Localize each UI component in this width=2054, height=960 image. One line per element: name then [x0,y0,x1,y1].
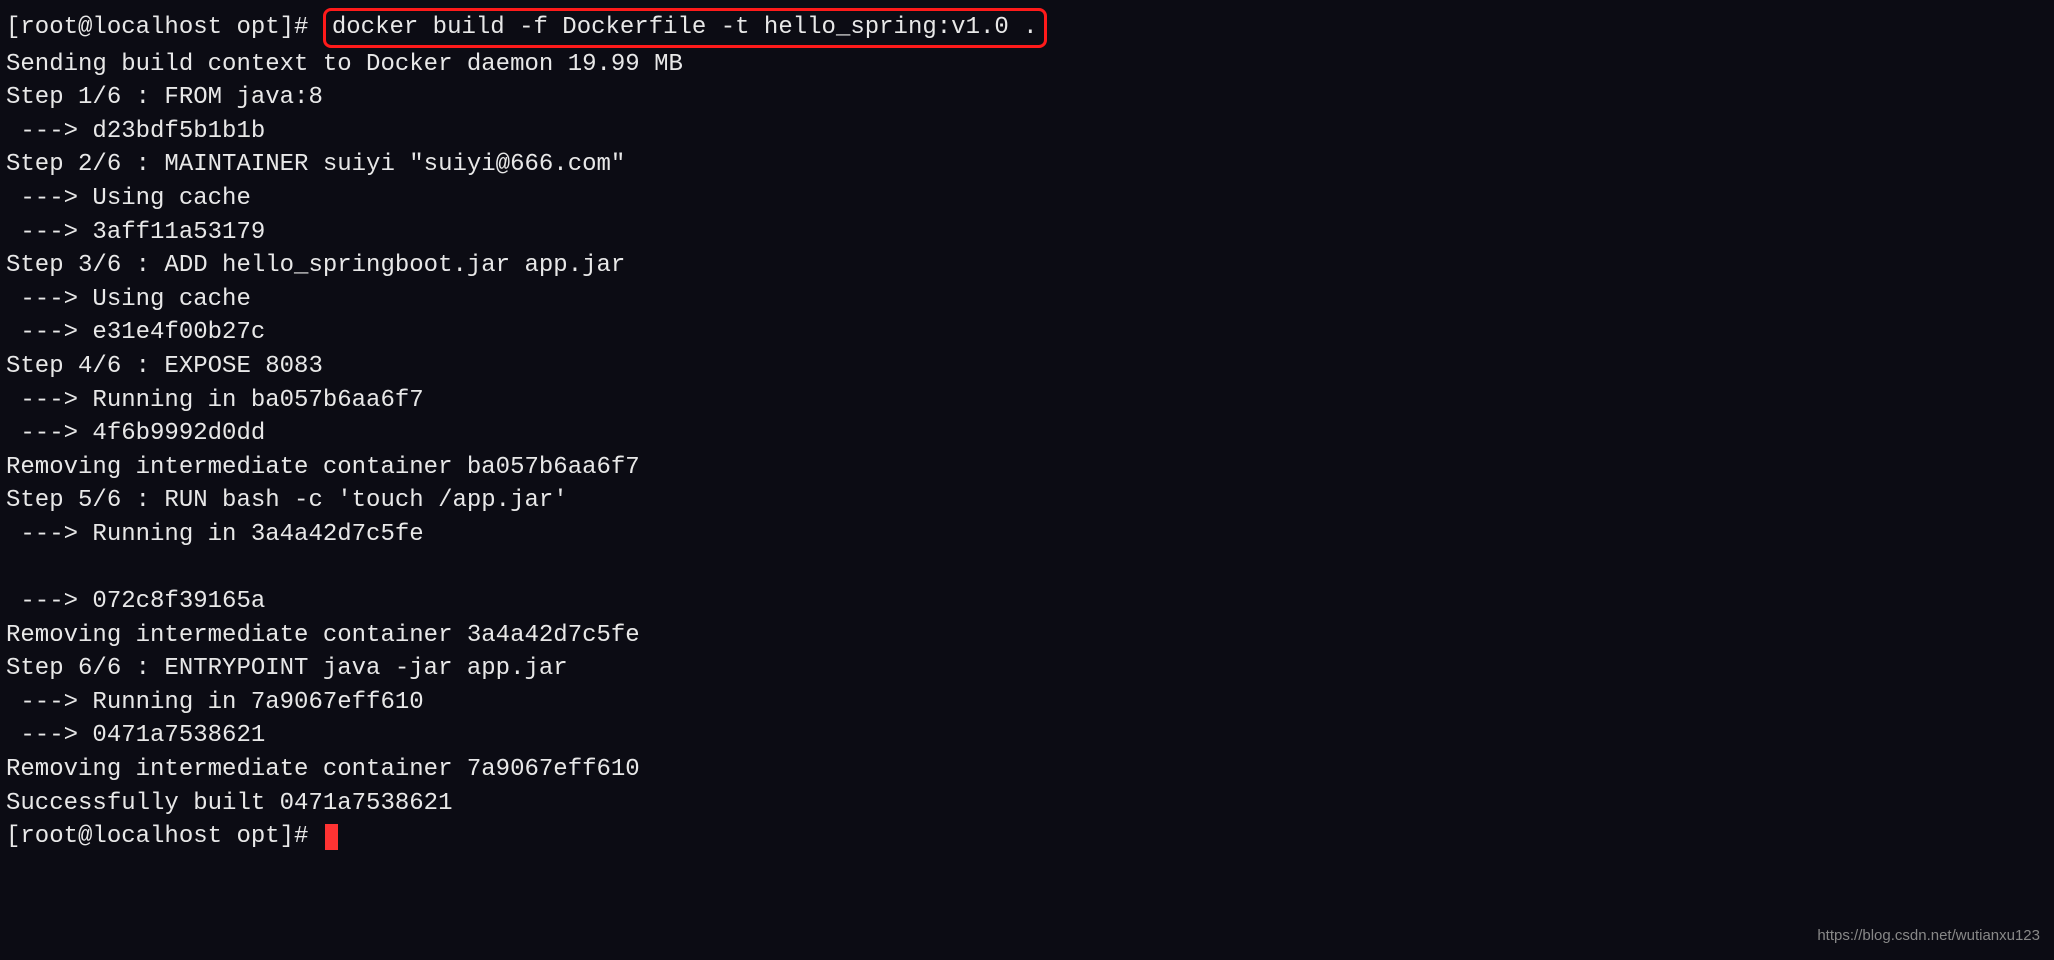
terminal-output-line: ---> Using cache [6,283,2048,317]
terminal-output-line: Step 6/6 : ENTRYPOINT java -jar app.jar [6,652,2048,686]
terminal-output-line: Step 2/6 : MAINTAINER suiyi "suiyi@666.c… [6,148,2048,182]
terminal-output-line: ---> Running in 7a9067eff610 [6,686,2048,720]
cursor-icon [325,824,338,850]
terminal-output-line: Step 5/6 : RUN bash -c 'touch /app.jar' [6,484,2048,518]
terminal-output-line: Removing intermediate container ba057b6a… [6,451,2048,485]
terminal-output-line: Removing intermediate container 7a9067ef… [6,753,2048,787]
shell-prompt: [root@localhost opt]# [6,14,323,41]
terminal-output-line: ---> Using cache [6,182,2048,216]
terminal-output-line: Step 3/6 : ADD hello_springboot.jar app.… [6,249,2048,283]
terminal-output-line: ---> d23bdf5b1b1b [6,115,2048,149]
terminal-prompt-line[interactable]: [root@localhost opt]# [6,820,2048,854]
terminal-output-line: ---> 3aff11a53179 [6,216,2048,250]
terminal-output-line: ---> Running in ba057b6aa6f7 [6,384,2048,418]
terminal-command-line: [root@localhost opt]# docker build -f Do… [6,8,2048,48]
shell-prompt: [root@localhost opt]# [6,823,323,850]
terminal-output-line: ---> 0471a7538621 [6,719,2048,753]
terminal-output-line [6,552,2048,586]
terminal-output-line: Step 4/6 : EXPOSE 8083 [6,350,2048,384]
watermark-text: https://blog.csdn.net/wutianxu123 [1817,925,2040,946]
terminal-output-line: Sending build context to Docker daemon 1… [6,48,2048,82]
highlighted-command: docker build -f Dockerfile -t hello_spri… [323,8,1047,48]
terminal-output-line: Step 1/6 : FROM java:8 [6,81,2048,115]
terminal-output-line: ---> Running in 3a4a42d7c5fe [6,518,2048,552]
terminal-output-line: ---> 4f6b9992d0dd [6,417,2048,451]
terminal-output-line: ---> 072c8f39165a [6,585,2048,619]
terminal-output-line: Removing intermediate container 3a4a42d7… [6,619,2048,653]
terminal-output-line: ---> e31e4f00b27c [6,316,2048,350]
terminal-output-line: Successfully built 0471a7538621 [6,787,2048,821]
